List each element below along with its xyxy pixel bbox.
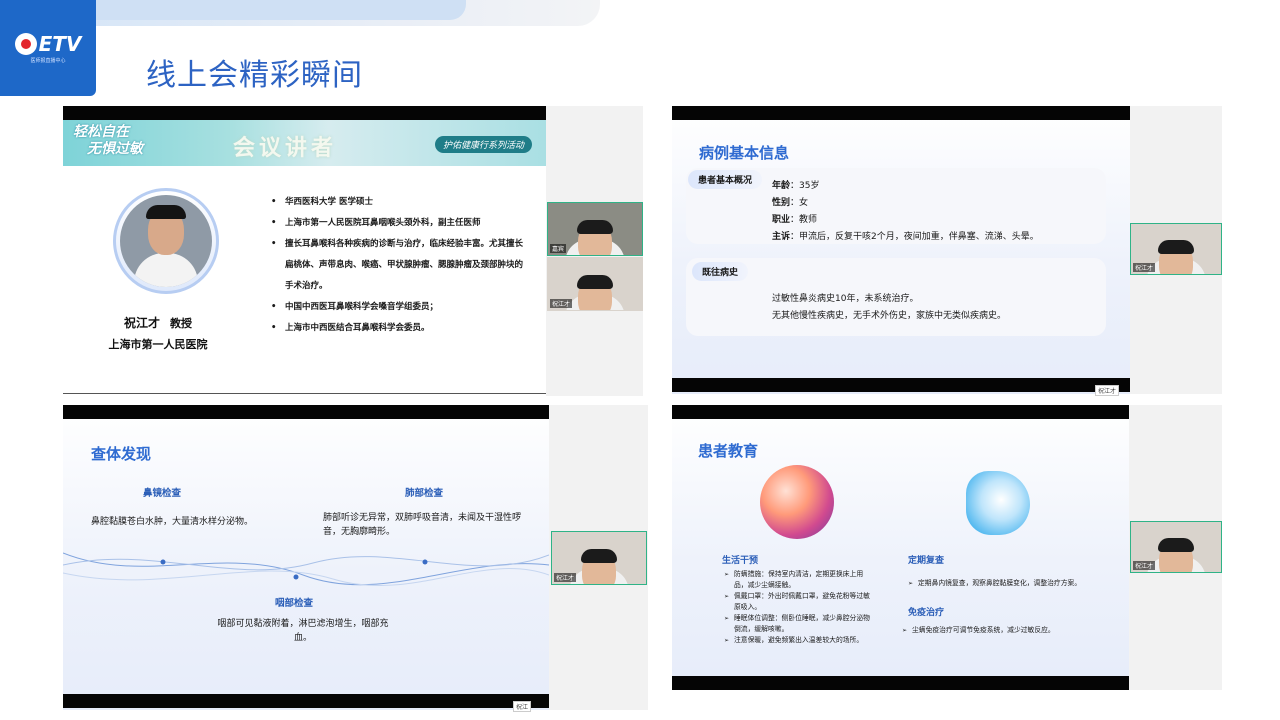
slide-bottom-bar [63,694,549,708]
speaker-name: 祝江才 [123,316,160,330]
speaker-slide: 轻松自在 无惧过敏 会议讲者 护佑健康行系列活动 祝江才 教授 上海市第一人民医院… [63,106,546,394]
bio-item: 擅长耳鼻喉科各种疾病的诊断与治疗，临床经验丰富。尤其擅长扁桃体、声带息肉、喉癌、… [271,234,531,297]
video-tile-guest[interactable]: 嘉宾 [547,202,643,256]
throat-exam-text: 咽部可见黏液附着，淋巴滤泡增生，咽部充血。 [217,619,389,643]
history-label: 既往病史 [692,262,749,281]
education-slide: 患者教育 生活干预 防螨措施：保持室内清洁，定期更换床上用品，减少尘螨接触。 佩… [672,405,1129,690]
lung-exam-title: 肺部检查 [405,488,444,499]
annotation-toolbar[interactable]: 祝江才 [1095,385,1120,396]
video-tile-label: 祝江才 [1133,561,1156,570]
life-intervention-title: 生活干预 [722,556,759,566]
video-tile-speaker[interactable]: 祝江才 [551,531,647,585]
speaker-bio-list: 华西医科大学 医学硕士 上海市第一人民医院耳鼻咽喉头颈外科，副主任医师 擅长耳鼻… [271,192,531,339]
logo-subtitle: 医师报直播中心 [30,58,66,64]
slide-title: 病例基本信息 [699,144,790,162]
screenshot-panel-exam: 查体发现 鼻镜检查 鼻腔黏膜苍白水肿，大量清水样分泌物。 肺部检查 肺部听诊无异… [63,405,648,712]
etv-logo: ETV 医师报直播中心 [0,0,96,96]
bio-item: 上海市第一人民医院耳鼻咽喉头颈外科，副主任医师 [271,213,531,234]
list-item: 睡眠体位调整：侧卧位睡眠，减少鼻腔分泌物倒流，缓解咳嗽。 [724,613,874,635]
decor-orb-warm [760,465,834,539]
bio-item: 中国中西医耳鼻喉科学会嗓音学组委员； [271,297,531,318]
logo-circle-icon [14,33,37,55]
video-tile-speaker[interactable]: 祝江才 [1130,223,1222,275]
patient-overview-label: 患者基本概况 [688,170,763,189]
slide-top-bar [63,106,546,120]
speaker-photo [120,195,212,287]
history-line-1: 过敏性鼻炎病史10年，未系统治疗。 [772,294,919,304]
speaker-title: 教授 [170,317,192,330]
screenshot-panel-education: 患者教育 生活干预 防螨措施：保持室内清洁，定期更换床上用品，减少尘螨接触。 佩… [672,405,1222,690]
lung-exam-text: 肺部听诊无异常，双肺呼吸音清，未闻及干湿性啰音，无胸廓畸形。 [323,513,522,537]
video-tile-speaker[interactable]: 祝江才 [547,257,643,311]
campaign-brand: 轻松自在 无惧过敏 [73,124,143,158]
decor-orb-cool [966,471,1030,535]
video-tile-speaker[interactable]: 祝江才 [1130,521,1222,573]
screenshot-panel-speaker: 轻松自在 无惧过敏 会议讲者 护佑健康行系列活动 祝江才 教授 上海市第一人民医院… [63,106,643,396]
bio-item: 上海市中西医结合耳鼻喉科学会委员。 [271,318,531,339]
history-line-2: 无其他慢性疾病史，无手术外伤史，家族中无类似疾病史。 [772,311,1007,321]
list-item: 防螨措施：保持室内清洁，定期更换床上用品，减少尘螨接触。 [724,569,874,591]
immune-list: 尘螨免疫治疗可调节免疫系统，减少过敏反应。 [902,625,1112,636]
speaker-name-line: 祝江才 教授 [63,314,253,331]
logo-text: ETV [38,32,82,56]
nasal-exam-title: 鼻镜检查 [143,488,182,499]
video-tile-label: 祝江才 [550,299,573,308]
list-item: 定期鼻内镜复查，观察鼻腔黏膜变化，调整治疗方案。 [908,578,1118,589]
slide-banner: 轻松自在 无惧过敏 会议讲者 护佑健康行系列活动 [63,120,546,166]
sex-row: 性别：女 [772,198,809,208]
video-tile-label: 嘉宾 [550,244,567,253]
campaign-pill: 护佑健康行系列活动 [434,136,532,153]
brand-line-1: 轻松自在 [73,124,129,140]
page-title: 线上会精彩瞬间 [146,58,363,93]
review-title: 定期复查 [908,556,945,566]
list-item: 注意保暖，避免频繁出入温差较大的场所。 [724,635,874,646]
slide-bottom-bar [672,676,1129,690]
slide-top-bar [63,405,549,419]
slide-title: 查体发现 [91,445,152,463]
life-intervention-list: 防螨措施：保持室内清洁，定期更换床上用品，减少尘螨接触。 佩戴口罩：外出时佩戴口… [724,569,874,646]
slide-bottom-rule [63,393,546,394]
immune-title: 免疫治疗 [908,608,945,618]
screenshot-panel-case-info: 病例基本信息 患者基本概况 年龄：35岁 性别：女 职业：教师 主诉：甲流后，反… [672,106,1222,396]
review-list: 定期鼻内镜复查，观察鼻腔黏膜变化，调整治疗方案。 [908,578,1118,589]
slide-top-bar [672,405,1129,419]
header-decor-band-inner [96,0,466,20]
bio-item: 华西医科大学 医学硕士 [271,192,531,213]
video-tile-label: 祝江才 [554,573,577,582]
age-row: 年龄：35岁 [772,181,820,191]
brand-line-2: 无惧过敏 [87,141,143,157]
logo-mark: ETV [14,32,82,56]
nasal-exam-text: 鼻腔黏膜苍白水肿，大量清水样分泌物。 [91,517,254,527]
list-item: 佩戴口罩：外出时佩戴口罩，避免花粉等过敏原吸入。 [724,591,874,613]
complaint-row: 主诉：甲流后，反复干咳2个月，夜间加重，伴鼻塞、流涕、头晕。 [772,232,1039,242]
video-tile-label: 祝江才 [1133,263,1156,272]
annotation-toolbar[interactable]: 祝江 [513,701,532,712]
slide-bottom-bar [672,378,1130,392]
throat-exam-title: 咽部检查 [275,598,314,609]
list-item: 尘螨免疫治疗可调节免疫系统，减少过敏反应。 [902,625,1112,636]
speaker-avatar [113,188,219,294]
case-info-slide: 病例基本信息 患者基本概况 年龄：35岁 性别：女 职业：教师 主诉：甲流后，反… [672,106,1130,394]
slide-top-bar [672,106,1130,120]
slide-title: 患者教育 [698,442,759,460]
speaker-org: 上海市第一人民医院 [108,338,208,351]
banner-title: 会议讲者 [233,136,338,161]
exam-slide: 查体发现 鼻镜检查 鼻腔黏膜苍白水肿，大量清水样分泌物。 肺部检查 肺部听诊无异… [63,405,549,710]
job-row: 职业：教师 [772,215,818,225]
